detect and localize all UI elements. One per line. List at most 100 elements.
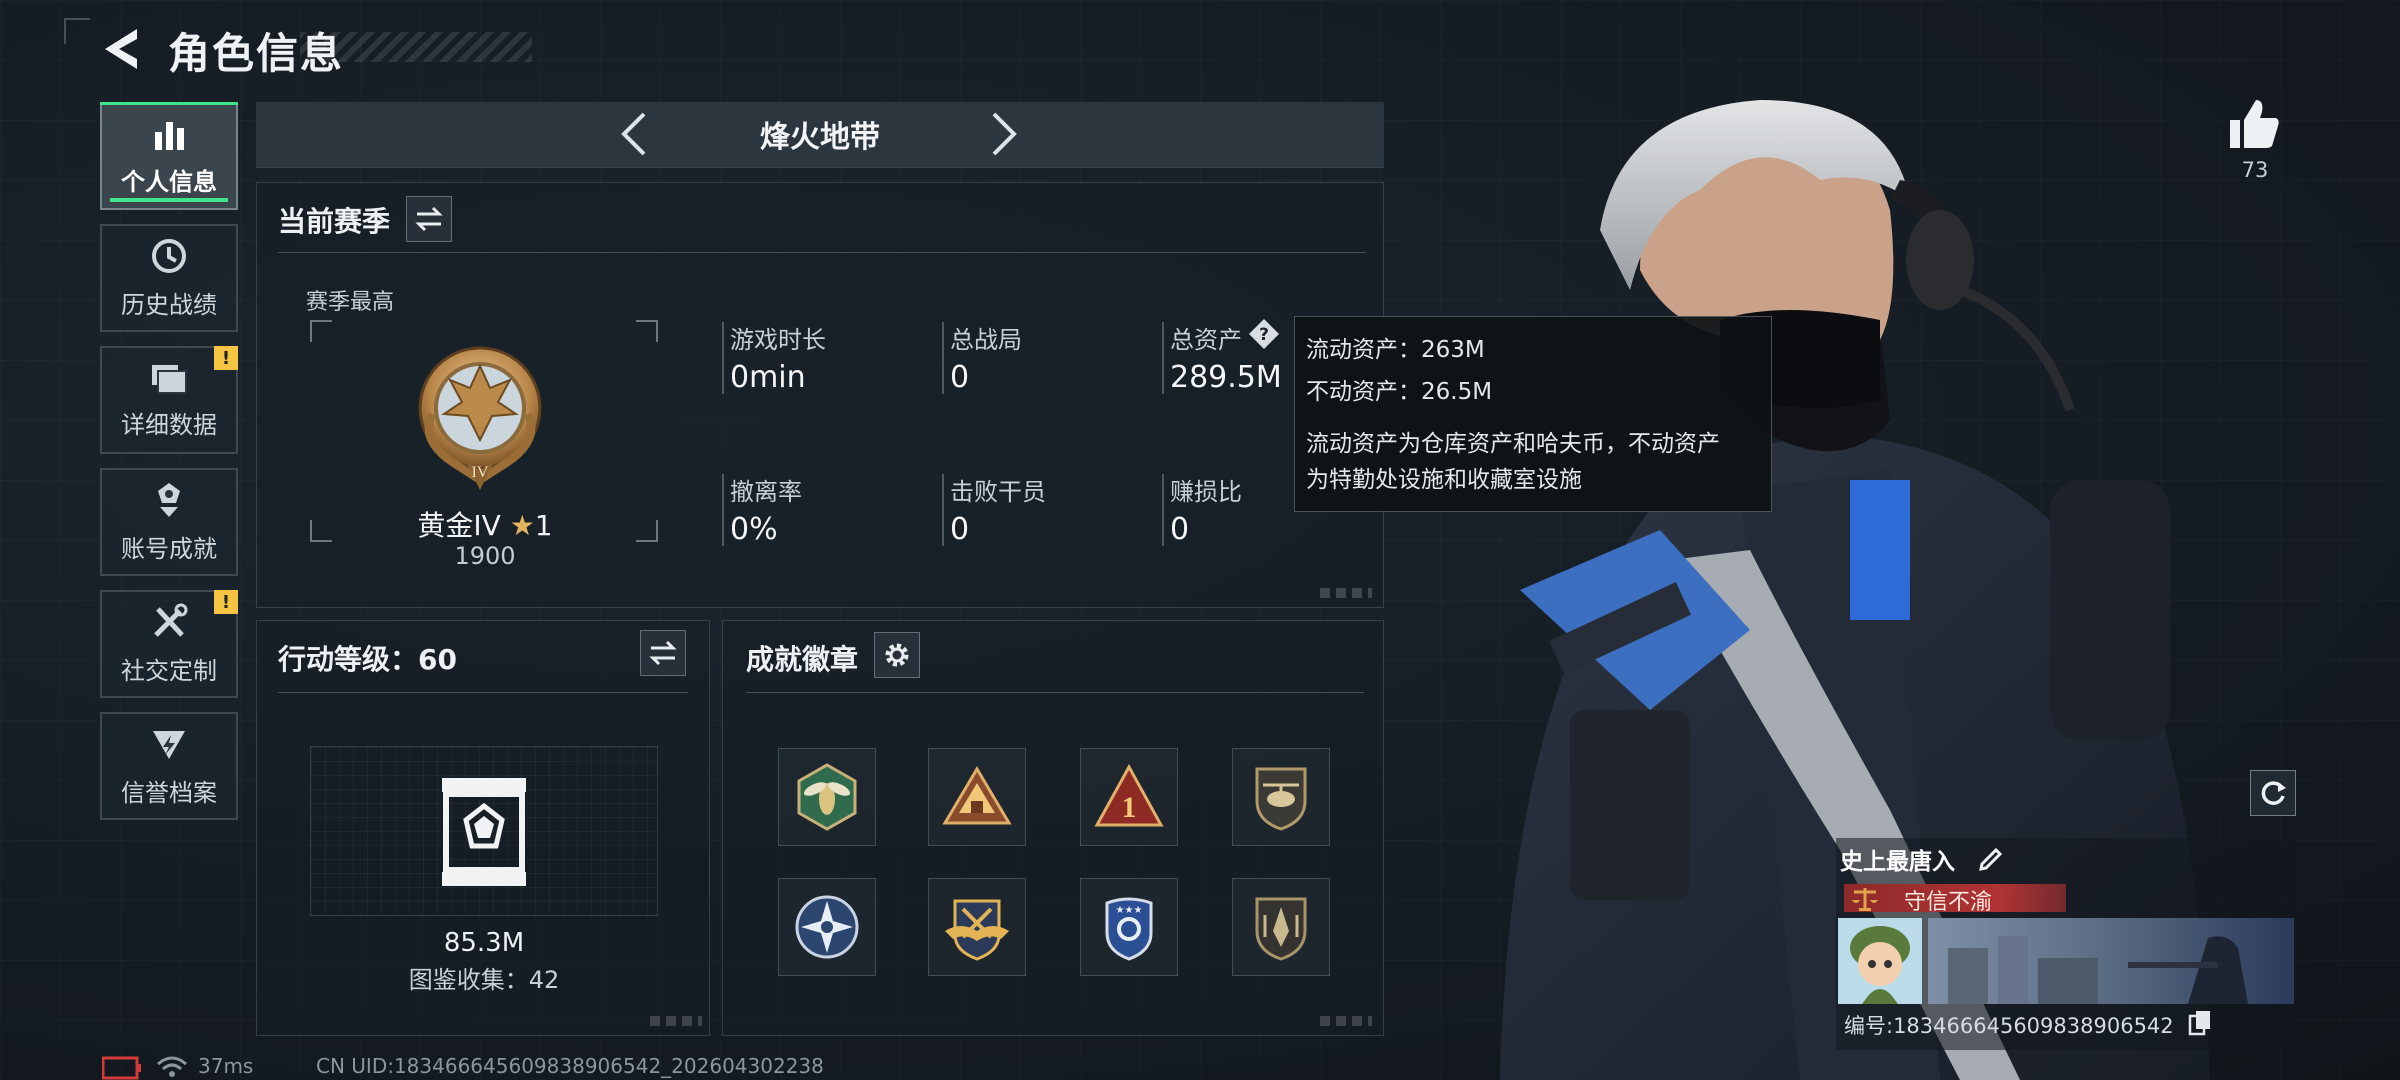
sidebar-item-label: 账号成就 — [121, 534, 217, 563]
tooltip-liquid-assets: 流动资产：263M — [1306, 337, 1485, 363]
gold-wings-badge-icon — [945, 899, 1009, 961]
like-button[interactable] — [2226, 96, 2286, 156]
tooltip-description-line2: 为特勤处设施和收藏室设施 — [1306, 467, 1582, 493]
badge-slot[interactable] — [778, 878, 876, 976]
panel-corner-decoration — [1320, 1016, 1372, 1026]
sidebar-item-label: 社交定制 — [121, 656, 217, 685]
panel-corner-decoration — [650, 1016, 702, 1026]
action-level-switch-button[interactable] — [640, 630, 686, 676]
rank-name: 黄金IV — [417, 509, 501, 542]
honor-title: 守信不渝 — [1904, 890, 1993, 915]
stat-label: 游戏时长 — [730, 326, 826, 354]
sidebar-item-label: 详细数据 — [121, 410, 217, 439]
tooltip-fixed-assets: 不动资产：26.5M — [1306, 379, 1493, 405]
player-id: 编号:1834666456098389065​42 — [1844, 1014, 2174, 1038]
stat-value: 0 — [950, 512, 970, 547]
banner-image — [1948, 936, 2248, 1004]
ping-text: 37ms — [198, 1054, 254, 1078]
badge-slot[interactable] — [778, 748, 876, 846]
history-clock-icon — [152, 238, 186, 273]
helicopter-badge-icon — [1255, 767, 1307, 831]
svg-text:★★★: ★★★ — [1116, 905, 1143, 916]
copy-icon — [2188, 1011, 2210, 1036]
number-one-badge-icon: 1 — [1094, 763, 1164, 827]
player-name: 史上最唐入 — [1840, 849, 1955, 875]
badges-title: 成就徽章 — [746, 643, 859, 676]
stat-label: 撤离率 — [730, 478, 802, 506]
season-best-label: 赛季最高 — [306, 290, 395, 315]
police-badge-icon: ★★★ — [1105, 897, 1153, 961]
pencil-icon — [1979, 847, 2003, 871]
stat-value: 0min — [730, 360, 806, 395]
divider — [278, 692, 688, 693]
stat-divider — [1162, 322, 1164, 394]
stat-value: 289.5M — [1170, 360, 1282, 395]
stat-divider — [942, 474, 944, 546]
edit-name-button[interactable] — [1978, 846, 2004, 876]
avatar-image — [1838, 918, 1922, 1004]
copy-id-button[interactable] — [2188, 1010, 2212, 1040]
gear-icon — [885, 643, 909, 667]
stat-divider — [722, 474, 724, 546]
mode-next-button[interactable] — [980, 106, 1030, 162]
back-arrow-icon — [105, 29, 137, 69]
badges-settings-button[interactable] — [874, 632, 920, 678]
badge-slot[interactable]: 1 — [1080, 748, 1178, 846]
badge-slot[interactable] — [1232, 748, 1330, 846]
stat-label: 赚损比 — [1170, 478, 1242, 506]
svg-text:1: 1 — [1122, 791, 1137, 824]
back-button[interactable] — [96, 24, 146, 74]
stat-label: 总资产 — [1170, 326, 1242, 354]
frame-corner — [64, 18, 90, 44]
svg-text:IV: IV — [472, 464, 489, 481]
collection-showcase-icon — [442, 778, 526, 886]
mode-prev-button[interactable] — [608, 106, 658, 162]
stat-value: 0 — [1170, 512, 1190, 547]
stat-divider — [1162, 474, 1164, 546]
like-count: 73 — [2241, 158, 2269, 182]
badge-slot[interactable]: ★★★ — [1080, 878, 1178, 976]
scales-icon — [1852, 888, 1878, 911]
svg-text:?: ? — [1259, 325, 1269, 345]
rank-row: 黄金IV ★1 — [410, 504, 560, 544]
warning-badge: ! — [214, 590, 238, 614]
badge-slot[interactable] — [1232, 878, 1330, 976]
tools-icon — [154, 603, 188, 637]
badge-slot[interactable] — [928, 748, 1026, 846]
warning-badge: ! — [214, 346, 238, 370]
hornet-badge-icon — [797, 763, 857, 831]
tent-badge-icon — [942, 766, 1012, 825]
swap-icon — [649, 640, 677, 666]
tooltip-description-line1: 流动资产为仓库资产和哈夫币，不动资产 — [1306, 431, 1720, 457]
mode-title: 烽火地带 — [760, 120, 880, 155]
badge-slot[interactable] — [928, 878, 1026, 976]
sidebar-item-personal-info[interactable]: 个人信息 — [100, 102, 238, 210]
page-title: 角色信息 — [168, 29, 345, 78]
season-title: 当前赛季 — [278, 205, 391, 238]
sidebar-item-social[interactable]: 社交定制 ! — [100, 590, 238, 698]
panel-corner-decoration — [1320, 588, 1372, 598]
folder-icon — [152, 364, 187, 394]
help-icon[interactable]: ? — [1248, 318, 1280, 350]
avatar[interactable] — [1838, 918, 1922, 1004]
star-icon: ★ — [509, 509, 535, 542]
divider — [278, 252, 1366, 253]
sidebar-item-detailed-data[interactable]: 详细数据 ! — [100, 346, 238, 454]
stat-divider — [722, 322, 724, 394]
stat-label: 击败干员 — [950, 478, 1046, 506]
sidebar-item-achievements[interactable]: 账号成就 — [100, 468, 238, 576]
stat-divider — [942, 322, 944, 394]
season-switch-button[interactable] — [406, 196, 452, 242]
chevron-left-icon — [621, 112, 646, 156]
refresh-icon — [2261, 781, 2286, 805]
divider — [746, 692, 1364, 693]
thumbs-up-icon — [2230, 100, 2279, 148]
uid-text: CN UID:1834666456098389065​42_2026043022… — [316, 1054, 824, 1078]
sidebar-item-label: 信誉档案 — [121, 778, 217, 807]
collection-count: 图鉴收集：42 — [408, 966, 560, 994]
refresh-button[interactable] — [2250, 770, 2296, 816]
sidebar-item-history[interactable]: 历史战绩 — [100, 224, 238, 332]
sidebar-item-credibility[interactable]: 信誉档案 — [100, 712, 238, 820]
credibility-icon — [153, 730, 185, 759]
bar-chart-icon — [155, 121, 184, 150]
